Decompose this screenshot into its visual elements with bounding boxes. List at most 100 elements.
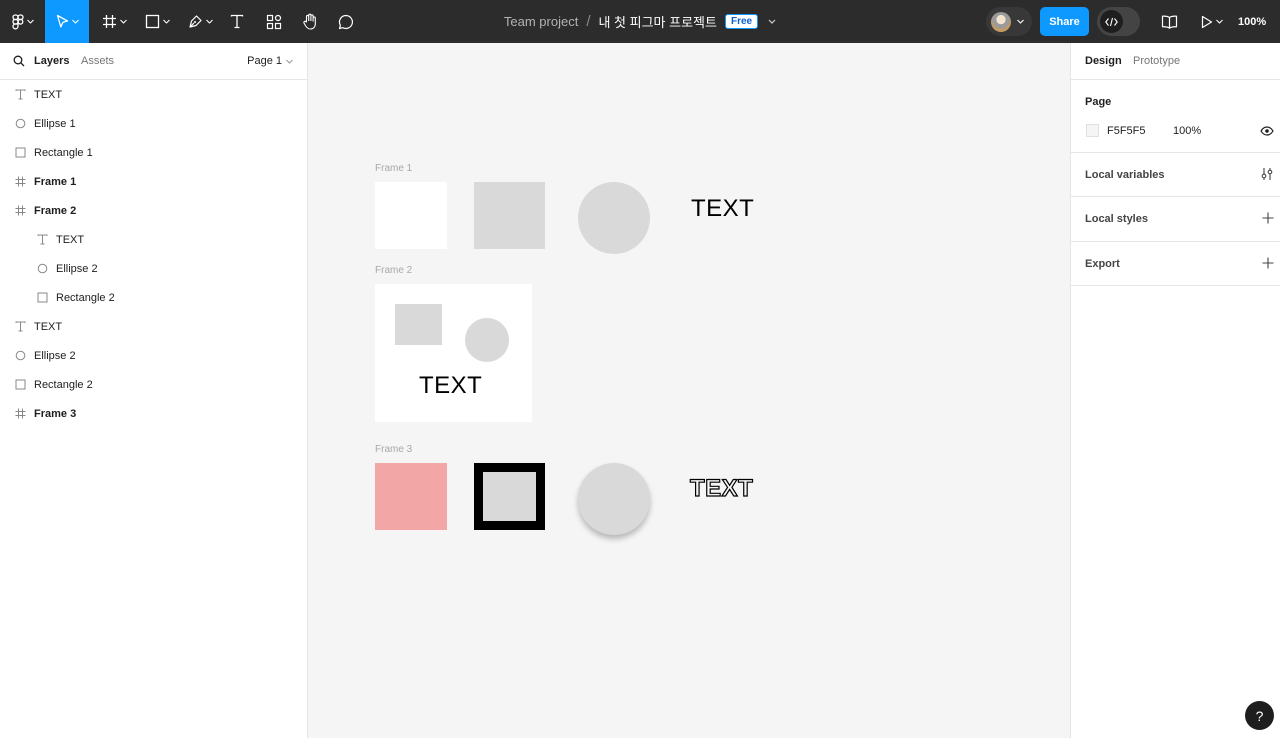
file-menu-dropdown[interactable] <box>768 19 776 24</box>
frame-2-label[interactable]: Frame 2 <box>375 265 412 276</box>
layers-panel: Layers Assets Page 1 TEXT Ellipse 1 Rect… <box>0 43 308 738</box>
page-color-hex[interactable]: F5F5F5 <box>1107 125 1146 137</box>
layer-name: Frame 1 <box>34 175 77 188</box>
text-icon <box>230 14 244 29</box>
layer-name: Ellipse 2 <box>34 349 76 362</box>
layer-item[interactable]: TEXT <box>0 80 307 109</box>
comment-icon <box>338 14 354 29</box>
hand-icon <box>303 13 316 30</box>
layer-item[interactable]: Frame 2 <box>0 196 307 225</box>
cursor-icon <box>56 14 68 28</box>
dev-mode-toggle[interactable] <box>1097 7 1140 36</box>
figma-logo-icon <box>11 13 24 29</box>
search-icon[interactable] <box>13 55 25 67</box>
chevron-down-icon <box>119 19 127 24</box>
frame-3[interactable] <box>375 463 447 530</box>
tab-layers[interactable]: Layers <box>34 55 69 67</box>
page-color-swatch[interactable] <box>1086 124 1099 137</box>
plus-icon[interactable] <box>1262 212 1274 224</box>
layer-name: Frame 3 <box>34 407 77 420</box>
shadow-ellipse[interactable] <box>578 463 650 535</box>
layer-name: TEXT <box>34 88 63 101</box>
layer-item[interactable]: Ellipse 2 <box>0 254 307 283</box>
frame-3-label[interactable]: Frame 3 <box>375 444 412 455</box>
layer-item[interactable]: Frame 3 <box>0 399 307 428</box>
ellipse-icon <box>13 116 27 130</box>
layer-item[interactable]: Rectangle 2 <box>0 370 307 399</box>
hand-tool-button[interactable] <box>298 0 322 43</box>
text-tool-button[interactable] <box>225 0 249 43</box>
layer-item[interactable]: TEXT <box>0 312 307 341</box>
ellipse-icon <box>13 348 27 362</box>
text-icon <box>13 87 27 101</box>
layer-name: Ellipse 2 <box>56 262 98 275</box>
chevron-down-icon <box>1017 19 1024 24</box>
share-button[interactable]: Share <box>1040 7 1089 36</box>
tab-assets[interactable]: Assets <box>81 55 114 67</box>
text-icon <box>13 319 27 333</box>
plus-icon[interactable] <box>1262 257 1274 269</box>
components-icon <box>266 14 282 29</box>
present-button[interactable] <box>1198 0 1226 43</box>
page-section: Page F5F5F5 100% <box>1071 80 1280 153</box>
book-icon <box>1161 15 1177 29</box>
plan-badge[interactable]: Free <box>724 14 759 29</box>
export-section[interactable]: Export <box>1071 242 1280 286</box>
frame-1-label[interactable]: Frame 1 <box>375 163 412 174</box>
tab-design[interactable]: Design <box>1085 55 1122 67</box>
page-selector[interactable]: Page 1 <box>247 55 293 67</box>
layer-item[interactable]: Frame 1 <box>0 167 307 196</box>
right-panel-tabs: Design Prototype <box>1071 43 1280 80</box>
tab-prototype[interactable]: Prototype <box>1133 55 1180 67</box>
rectangle-1[interactable] <box>474 182 545 249</box>
chevron-down-icon <box>26 19 34 24</box>
file-name[interactable]: 내 첫 피그마 프로젝트 <box>598 12 716 31</box>
frame-tool-button[interactable] <box>96 0 132 43</box>
layer-item[interactable]: Ellipse 2 <box>0 341 307 370</box>
left-panel-tabs: Layers Assets Page 1 <box>0 43 307 80</box>
local-variables-section[interactable]: Local variables <box>1071 153 1280 197</box>
ellipse-2[interactable] <box>465 318 509 362</box>
rectangle-2[interactable] <box>395 304 442 345</box>
local-styles-section[interactable]: Local styles <box>1071 197 1280 242</box>
resources-tool-button[interactable] <box>262 0 286 43</box>
frame-2[interactable]: TEXT <box>375 284 532 422</box>
eye-icon[interactable] <box>1260 126 1274 136</box>
layer-item[interactable]: Rectangle 1 <box>0 138 307 167</box>
text-layer-2[interactable]: TEXT <box>419 372 482 400</box>
library-button[interactable] <box>1158 0 1180 43</box>
page-selector-label: Page 1 <box>247 55 282 67</box>
chevron-down-icon <box>768 19 776 24</box>
code-icon <box>1105 17 1118 26</box>
layer-name: Rectangle 1 <box>34 146 93 159</box>
canvas[interactable]: Frame 1 TEXT Frame 2 TEXT Frame 3 TEXT <box>308 43 1070 738</box>
layer-item[interactable]: Ellipse 1 <box>0 109 307 138</box>
design-panel: Design Prototype Page F5F5F5 100% Local … <box>1070 43 1280 738</box>
main-menu-button[interactable] <box>0 0 45 43</box>
user-menu[interactable] <box>986 7 1032 36</box>
text-layer-1[interactable]: TEXT <box>691 195 754 223</box>
ellipse-1[interactable] <box>578 182 650 254</box>
text-icon <box>35 232 49 246</box>
page-opacity[interactable]: 100% <box>1173 125 1201 137</box>
variables-icon[interactable] <box>1260 167 1274 181</box>
layer-item[interactable]: TEXT <box>0 225 307 254</box>
help-button[interactable]: ? <box>1245 701 1274 730</box>
comment-tool-button[interactable] <box>334 0 358 43</box>
ellipse-icon <box>35 261 49 275</box>
move-tool-button[interactable] <box>45 0 89 43</box>
frame-1[interactable] <box>375 182 447 249</box>
pen-tool-button[interactable] <box>182 0 218 43</box>
rectangle-icon <box>35 290 49 304</box>
outlined-text-layer[interactable]: TEXT <box>689 474 753 503</box>
team-name[interactable]: Team project <box>504 14 578 29</box>
zoom-level[interactable]: 100% <box>1238 0 1266 43</box>
avatar <box>991 11 1011 32</box>
frame-icon <box>13 203 27 217</box>
shape-tool-button[interactable] <box>139 0 175 43</box>
stroked-rectangle[interactable] <box>474 463 545 530</box>
layer-name: TEXT <box>56 233 85 246</box>
chevron-down-icon <box>286 59 293 64</box>
frame-icon <box>13 174 27 188</box>
layer-item[interactable]: Rectangle 2 <box>0 283 307 312</box>
